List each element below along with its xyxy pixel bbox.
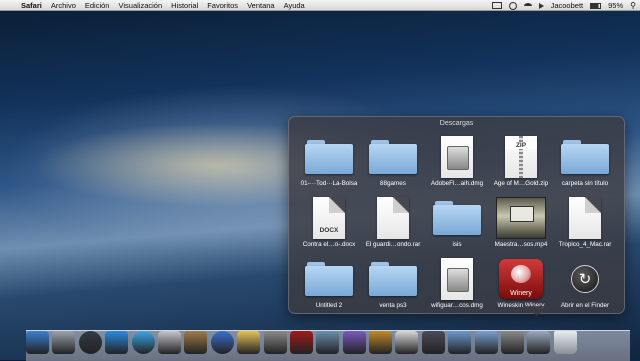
video-thumbnail-icon bbox=[496, 197, 546, 239]
stack-item[interactable]: 88games bbox=[361, 134, 425, 191]
stack-item-label: AdobeFl…aih.dmg bbox=[430, 180, 484, 187]
garageband-icon[interactable] bbox=[369, 331, 393, 354]
menu-historial[interactable]: Historial bbox=[171, 1, 198, 10]
iphoto-icon[interactable] bbox=[316, 331, 340, 354]
disk-image-icon bbox=[441, 258, 473, 300]
folder-icon bbox=[561, 140, 609, 174]
time-machine-icon[interactable] bbox=[508, 1, 517, 10]
winery-tag: Winery bbox=[510, 290, 532, 297]
stack-item-label: Age of M…Gold.zip bbox=[493, 180, 549, 187]
stack-item-label: wifiguar…cos.dmg bbox=[431, 302, 483, 309]
disk-image-icon bbox=[441, 136, 473, 178]
menu-favoritos[interactable]: Favoritos bbox=[207, 1, 238, 10]
itunes-icon[interactable] bbox=[210, 331, 234, 354]
documents-stack-icon[interactable] bbox=[448, 331, 472, 354]
trash-icon[interactable] bbox=[553, 331, 577, 354]
stack-item[interactable]: carpeta sin título bbox=[553, 134, 617, 191]
stack-item[interactable]: DOCX Contra el…o-.docx bbox=[297, 195, 361, 252]
mail-icon[interactable] bbox=[157, 331, 181, 354]
folder-icon bbox=[305, 262, 353, 296]
downloads-stack-popup: Descargas 01-···Tod···La-Bolsa 88games A… bbox=[288, 116, 625, 314]
stack-item[interactable]: Untitled 2 bbox=[297, 256, 361, 313]
wifi-icon[interactable] bbox=[523, 2, 532, 9]
stack-grid: 01-···Tod···La-Bolsa 88games AdobeFl…aih… bbox=[297, 134, 619, 313]
stack-item-label: venta ps3 bbox=[379, 302, 407, 309]
folder-icon bbox=[369, 140, 417, 174]
safari-icon[interactable] bbox=[131, 331, 155, 354]
document-icon: DOCX bbox=[313, 197, 345, 239]
stack-item-label: 01-···Tod···La-Bolsa bbox=[300, 180, 358, 187]
stack-item[interactable]: Winery Wineskin Winery bbox=[489, 256, 553, 313]
keyboard-icon[interactable] bbox=[491, 2, 502, 9]
stack-item[interactable]: ZIP Age of M…Gold.zip bbox=[489, 134, 553, 191]
stack-item-label: isis bbox=[452, 241, 462, 248]
apple-menu-icon[interactable] bbox=[7, 1, 15, 9]
open-in-finder-button[interactable]: ↻ Abrir en el Finder bbox=[553, 256, 617, 313]
stack-item[interactable]: AdobeFl…aih.dmg bbox=[425, 134, 489, 191]
folder-icon bbox=[369, 262, 417, 296]
contacts-icon[interactable] bbox=[184, 331, 208, 354]
stack-pointer bbox=[525, 306, 549, 316]
stack-item[interactable]: wifiguar…cos.dmg bbox=[425, 256, 489, 313]
folder-icon bbox=[305, 140, 353, 174]
desktop-stack-icon[interactable] bbox=[527, 331, 551, 354]
photo-booth-icon[interactable] bbox=[289, 331, 313, 354]
finder-icon[interactable] bbox=[26, 331, 49, 354]
stack-item[interactable]: 01-···Tod···La-Bolsa bbox=[297, 134, 361, 191]
photo-icon[interactable] bbox=[263, 331, 287, 354]
stack-item-label: Untitled 2 bbox=[315, 302, 343, 309]
volume-icon[interactable] bbox=[538, 2, 544, 9]
open-arrow-icon: ↻ bbox=[571, 265, 599, 293]
preview-icon[interactable] bbox=[395, 331, 419, 354]
app-store-icon[interactable] bbox=[105, 331, 129, 354]
zip-tag: ZIP bbox=[505, 142, 537, 149]
menu-edicion[interactable]: Edición bbox=[85, 1, 110, 10]
menu-extras: Jacoobett 95% ⚲ bbox=[491, 0, 636, 11]
launchpad-icon[interactable] bbox=[52, 331, 76, 354]
downloads-stack-icon[interactable] bbox=[501, 331, 525, 354]
menu-ayuda[interactable]: Ayuda bbox=[284, 1, 305, 10]
stack-item[interactable]: Maestra…sos.mp4 bbox=[489, 195, 553, 252]
document-icon bbox=[569, 197, 601, 239]
dashboard-icon[interactable] bbox=[78, 331, 102, 354]
stack-item-label: carpeta sin título bbox=[561, 180, 609, 187]
document-icon bbox=[377, 197, 409, 239]
stack-item-label: El guardi…ondo.rar bbox=[365, 241, 421, 248]
zip-archive-icon: ZIP bbox=[505, 136, 537, 178]
menu-archivo[interactable]: Archivo bbox=[51, 1, 76, 10]
battery-percent: 95% bbox=[608, 1, 624, 10]
stack-item-label: Maestra…sos.mp4 bbox=[494, 241, 548, 248]
stack-title: Descargas bbox=[439, 120, 474, 127]
battery-icon[interactable] bbox=[590, 2, 602, 9]
applications-stack-icon[interactable] bbox=[474, 331, 498, 354]
menu-ventana[interactable]: Ventana bbox=[247, 1, 275, 10]
imovie-icon[interactable] bbox=[342, 331, 366, 354]
dock-items bbox=[26, 331, 630, 355]
stack-item-label: Tropico_4_Mac.rar bbox=[558, 241, 612, 248]
user-name[interactable]: Jacoobett bbox=[551, 1, 584, 10]
stack-item[interactable]: Tropico_4_Mac.rar bbox=[553, 195, 617, 252]
stack-item[interactable]: venta ps3 bbox=[361, 256, 425, 313]
quicktime-icon[interactable] bbox=[421, 331, 445, 354]
wineskin-app-icon: Winery bbox=[499, 259, 543, 299]
open-in-finder-label: Abrir en el Finder bbox=[560, 302, 610, 309]
stack-item[interactable]: El guardi…ondo.rar bbox=[361, 195, 425, 252]
spotlight-icon[interactable]: ⚲ bbox=[630, 1, 636, 10]
stack-item[interactable]: isis bbox=[425, 195, 489, 252]
menu-app-name[interactable]: Safari bbox=[21, 1, 42, 10]
docx-tag: DOCX bbox=[319, 227, 339, 234]
stack-item-label: Contra el…o-.docx bbox=[302, 241, 356, 248]
folder-icon bbox=[433, 201, 481, 235]
notes-icon[interactable] bbox=[237, 331, 261, 354]
menu-visualizacion[interactable]: Visualización bbox=[118, 1, 162, 10]
stack-item-label: 88games bbox=[380, 180, 406, 187]
menu-bar: Safari Archivo Edición Visualización His… bbox=[0, 0, 640, 11]
